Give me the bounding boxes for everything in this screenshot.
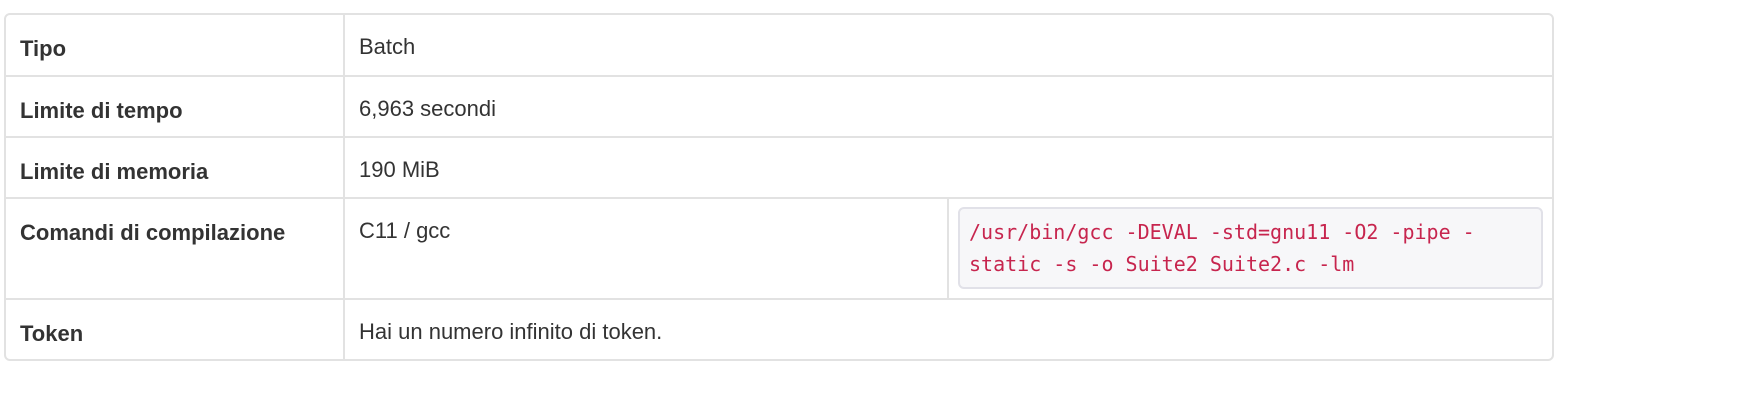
compiler-language: C11 / gcc <box>344 197 949 299</box>
token-value: Hai un numero infinito di token. <box>344 298 1552 359</box>
type-label: Tipo <box>6 15 345 76</box>
row-token: Token Hai un numero infinito di token. <box>6 298 1552 359</box>
type-value: Batch <box>359 34 416 59</box>
row-time-limit: Limite di tempo 6,963 secondi <box>6 75 1552 137</box>
time-limit-label: Limite di tempo <box>6 75 345 137</box>
memory-limit-label: Limite di memoria <box>6 136 345 198</box>
row-memory-limit: Limite di memoria 190 MiB <box>6 136 1552 198</box>
task-details-table: Tipo Batch Limite di tempo 6,963 secondi… <box>4 13 1554 361</box>
details-table: Tipo Batch Limite di tempo 6,963 secondi… <box>6 15 1552 359</box>
time-limit-value: 6,963 secondi <box>344 75 1552 137</box>
row-type: Tipo Batch <box>6 15 1552 76</box>
compile-command[interactable]: /usr/bin/gcc -DEVAL -std=gnu11 -O2 -pipe… <box>958 207 1543 289</box>
memory-limit-value: 190 MiB <box>344 136 1552 198</box>
row-compilation-commands: Comandi di compilazione C11 / gcc /usr/b… <box>6 197 1552 299</box>
compile-command-cell: /usr/bin/gcc -DEVAL -std=gnu11 -O2 -pipe… <box>948 197 1552 299</box>
token-label: Token <box>6 298 345 359</box>
compilation-commands-label: Comandi di compilazione <box>6 197 345 299</box>
